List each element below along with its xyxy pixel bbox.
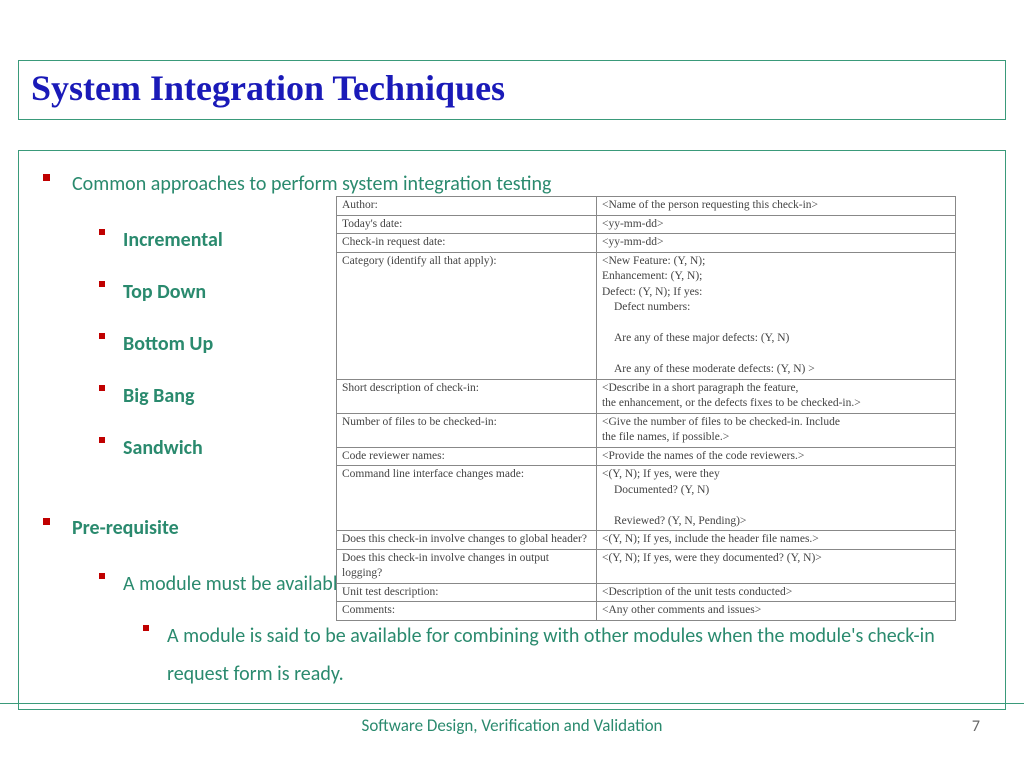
list-item: A module is said to be available for com… (143, 617, 981, 693)
prereq-label: Pre-requisite (72, 509, 179, 547)
form-value: <yy-mm-dd> (596, 215, 955, 234)
bullet-icon (99, 229, 105, 235)
form-value: <(Y, N); If yes, were they documented? (… (596, 549, 955, 583)
form-label: Author: (337, 197, 597, 216)
form-label: Check-in request date: (337, 234, 597, 253)
approach-label: Incremental (123, 221, 223, 259)
form-label: Comments: (337, 602, 597, 621)
checkin-form-table: Author:<Name of the person requesting th… (336, 196, 956, 621)
prereq-detail: A module is said to be available for com… (167, 617, 981, 693)
table-row: Check-in request date:<yy-mm-dd> (337, 234, 956, 253)
form-label: Does this check-in involve changes in ou… (337, 549, 597, 583)
approach-label: Sandwich (123, 429, 203, 467)
form-value: <Name of the person requesting this chec… (596, 197, 955, 216)
table-row: Comments:<Any other comments and issues> (337, 602, 956, 621)
table-row: Does this check-in involve changes to gl… (337, 531, 956, 550)
bullet-icon (99, 573, 105, 579)
form-value: <New Feature: (Y, N);Enhancement: (Y, N)… (596, 252, 955, 379)
table-row: Author:<Name of the person requesting th… (337, 197, 956, 216)
form-value: <Provide the names of the code reviewers… (596, 447, 955, 466)
bullet-icon (99, 437, 105, 443)
approach-label: Big Bang (123, 377, 194, 415)
form-value: <Any other comments and issues> (596, 602, 955, 621)
table-row: Unit test description:<Description of th… (337, 583, 956, 602)
table-row: Category (identify all that apply):<New … (337, 252, 956, 379)
table-row: Does this check-in involve changes in ou… (337, 549, 956, 583)
form-value: <Give the number of files to be checked-… (596, 413, 955, 447)
form-label: Unit test description: (337, 583, 597, 602)
approach-label: Bottom Up (123, 325, 213, 363)
form-label: Today's date: (337, 215, 597, 234)
form-label: Does this check-in involve changes to gl… (337, 531, 597, 550)
table-row: Today's date:<yy-mm-dd> (337, 215, 956, 234)
title-box: System Integration Techniques (18, 60, 1006, 120)
table-row: Number of files to be checked-in:<Give t… (337, 413, 956, 447)
slide-title: System Integration Techniques (31, 67, 993, 109)
form-label: Number of files to be checked-in: (337, 413, 597, 447)
footer-text: Software Design, Verification and Valida… (0, 715, 1024, 736)
bullet-icon (99, 385, 105, 391)
approach-label: Top Down (123, 273, 206, 311)
form-label: Code reviewer names: (337, 447, 597, 466)
bullet-icon (43, 174, 50, 181)
form-value: <yy-mm-dd> (596, 234, 955, 253)
bullet-icon (99, 333, 105, 339)
form-label: Command line interface changes made: (337, 466, 597, 531)
bullet-icon (43, 518, 50, 525)
bullet-icon (143, 625, 149, 631)
form-value: <(Y, N); If yes, were theyDocumented? (Y… (596, 466, 955, 531)
table-row: Code reviewer names:<Provide the names o… (337, 447, 956, 466)
form-value: <Description of the unit tests conducted… (596, 583, 955, 602)
form-label: Category (identify all that apply): (337, 252, 597, 379)
form-value: <Describe in a short paragraph the featu… (596, 379, 955, 413)
form-label: Short description of check-in: (337, 379, 597, 413)
table-row: Short description of check-in:<Describe … (337, 379, 956, 413)
form-value: <(Y, N); If yes, include the header file… (596, 531, 955, 550)
footer-divider (0, 703, 1024, 704)
table-row: Command line interface changes made:<(Y,… (337, 466, 956, 531)
page-number: 7 (972, 717, 980, 736)
bullet-icon (99, 281, 105, 287)
